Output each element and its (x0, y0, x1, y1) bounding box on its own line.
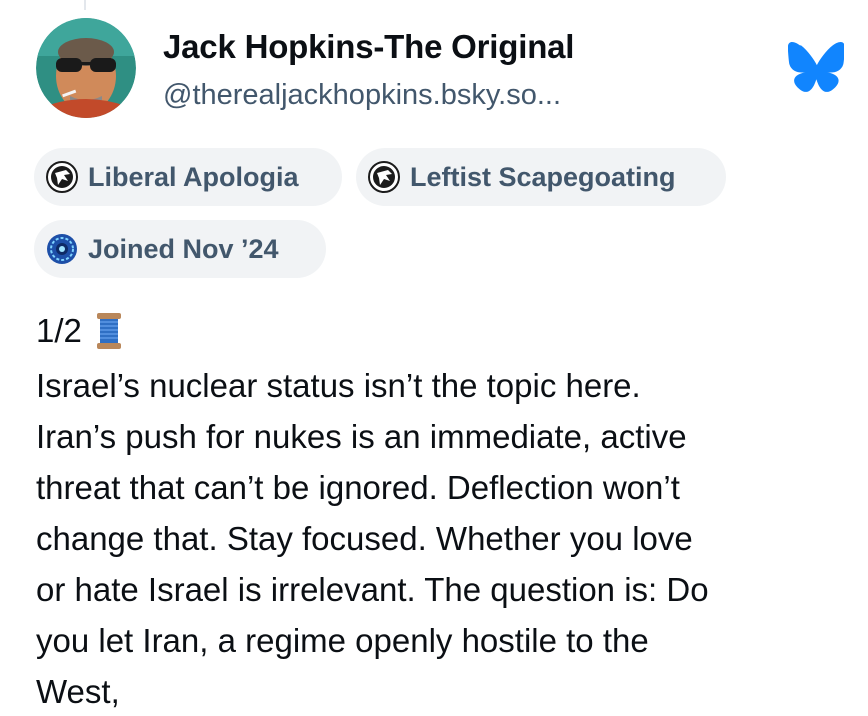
bluesky-butterfly-icon[interactable] (788, 42, 844, 92)
joined-date-text: Joined Nov ’24 (88, 233, 279, 264)
thread-counter: 1/2 (36, 312, 122, 350)
post-text-line: West, (36, 673, 120, 710)
avatar[interactable] (36, 18, 136, 118)
post-text-line: you let Iran, a regime openly hostile to… (36, 622, 649, 659)
thread-counter-text: 1/2 (36, 312, 82, 349)
post-text-line: Israel’s nuclear status isn’t the topic … (36, 367, 641, 404)
joined-date-badge[interactable]: Joined Nov ’24 (34, 220, 326, 278)
joined-badge-icon (47, 234, 77, 264)
label-emblem-icon (368, 161, 400, 193)
post-text-line: change that. Stay focused. Whether you l… (36, 520, 693, 557)
profile-handle[interactable]: @therealjackhopkins.bsky.so... (163, 79, 561, 112)
label-emblem-icon (46, 161, 78, 193)
profile-label-text: Liberal Apologia (88, 161, 299, 192)
thread-connector-line (84, 0, 86, 10)
thread-spool-icon (96, 313, 121, 349)
profile-label-leftist-scapegoating[interactable]: Leftist Scapegoating (356, 148, 726, 206)
display-name[interactable]: Jack Hopkins-The Original (163, 28, 574, 66)
post-text-line: threat that can’t be ignored. Deflection… (36, 469, 680, 506)
profile-label-text: Leftist Scapegoating (410, 161, 676, 192)
post-text-line: or hate Israel is irrelevant. The questi… (36, 571, 709, 608)
profile-label-liberal-apologia[interactable]: Liberal Apologia (34, 148, 342, 206)
avatar-photo (36, 18, 136, 118)
post-text-line: Iran’s push for nukes is an immediate, a… (36, 418, 687, 455)
post-text: Israel’s nuclear status isn’t the topic … (36, 360, 862, 716)
